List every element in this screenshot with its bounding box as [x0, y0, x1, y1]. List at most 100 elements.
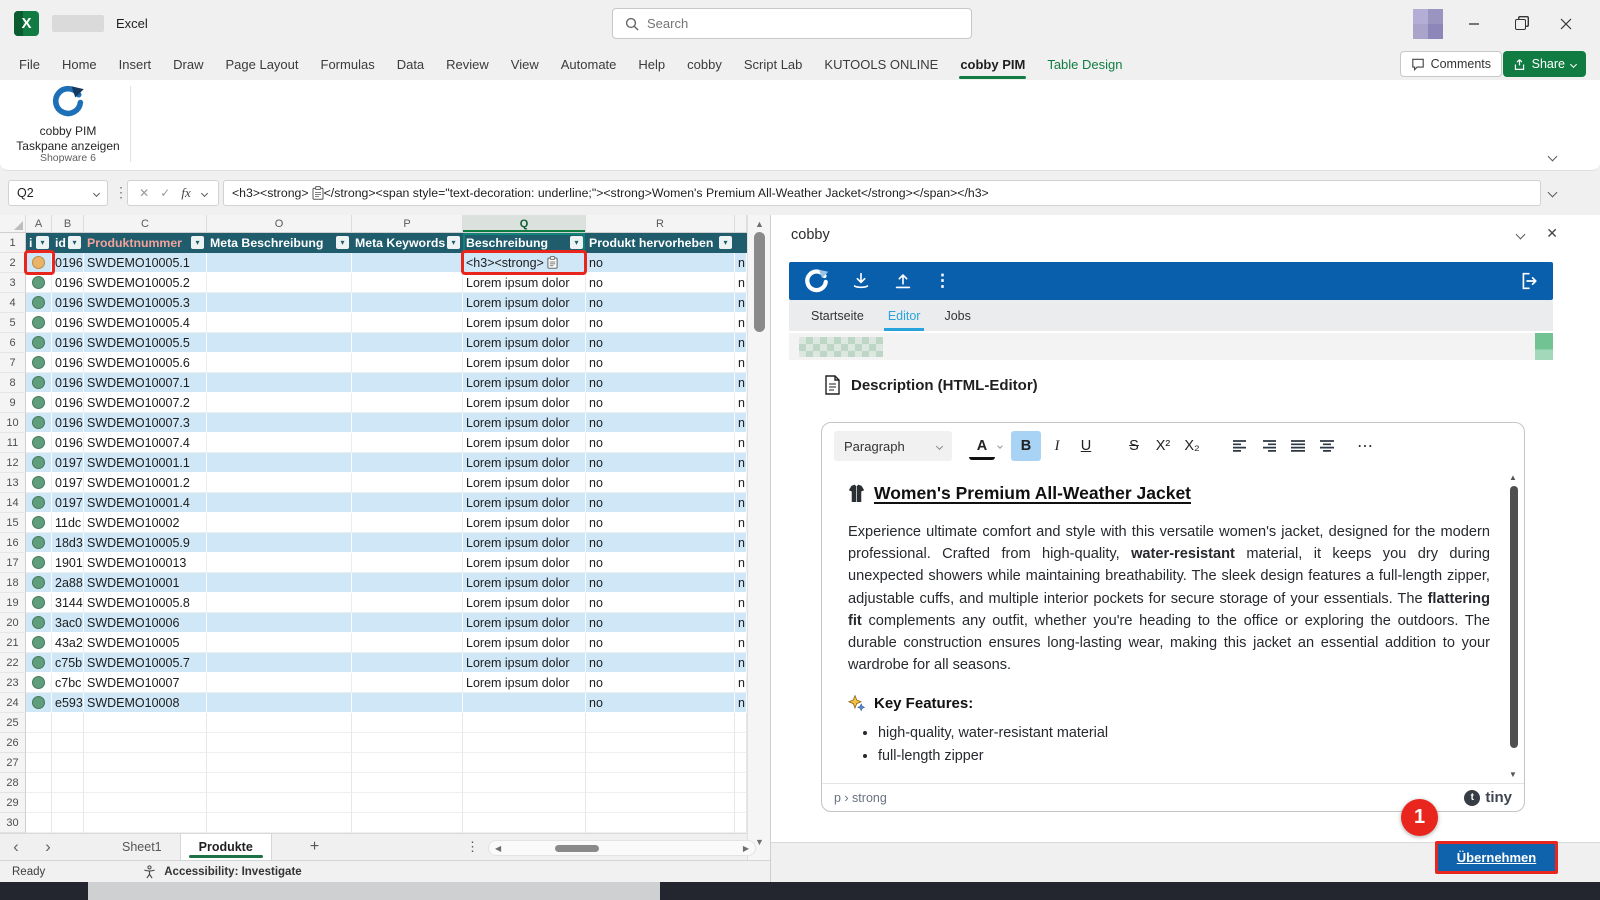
- empty-cell[interactable]: [52, 753, 84, 773]
- cell-meta-keywords[interactable]: [352, 453, 463, 473]
- cell-produkt-hervorheben[interactable]: no: [586, 493, 735, 513]
- cell-meta-beschreibung[interactable]: [207, 533, 352, 553]
- cell-meta-keywords[interactable]: [352, 313, 463, 333]
- cell-beschreibung[interactable]: Lorem ipsum dolor: [463, 513, 586, 533]
- editor-content[interactable]: Women's Premium All-Weather Jacket Exper…: [822, 469, 1524, 783]
- table-row[interactable]: 40196SWDEMO10005.3Lorem ipsum dolornon: [0, 293, 747, 313]
- cell-produktnummer[interactable]: SWDEMO10007.1: [84, 373, 207, 393]
- empty-row[interactable]: 30: [0, 813, 747, 833]
- empty-cell[interactable]: [26, 813, 52, 833]
- empty-cell[interactable]: [586, 753, 735, 773]
- cell-meta-keywords[interactable]: [352, 533, 463, 553]
- cell-meta-keywords[interactable]: [352, 333, 463, 353]
- horizontal-scroll-thumb[interactable]: [555, 845, 599, 852]
- empty-cell[interactable]: [26, 773, 52, 793]
- table-row[interactable]: 110196SWDEMO10007.4Lorem ipsum dolornon: [0, 433, 747, 453]
- empty-cell[interactable]: [52, 713, 84, 733]
- avatar[interactable]: [1413, 9, 1443, 39]
- cell-status[interactable]: [26, 293, 52, 313]
- row-number[interactable]: 6: [0, 333, 26, 353]
- cell-id[interactable]: 43a2: [52, 633, 84, 653]
- cell-status[interactable]: [26, 613, 52, 633]
- cell-produktnummer[interactable]: SWDEMO10001.4: [84, 493, 207, 513]
- ribbon-tab-cobby-pim[interactable]: cobby PIM: [949, 48, 1036, 80]
- cell-produktnummer[interactable]: SWDEMO10007: [84, 673, 207, 693]
- empty-cell[interactable]: [463, 733, 586, 753]
- pane-tab-editor[interactable]: Editor: [878, 303, 931, 331]
- restore-button[interactable]: [1498, 0, 1542, 48]
- cell-meta-keywords[interactable]: [352, 393, 463, 413]
- filter-button[interactable]: ▾: [447, 236, 460, 249]
- row-number[interactable]: 22: [0, 653, 26, 673]
- ribbon-tab-view[interactable]: View: [500, 48, 550, 80]
- cell-id[interactable]: 0196: [52, 293, 84, 313]
- cell-id[interactable]: 0196: [52, 313, 84, 333]
- cell-meta-keywords[interactable]: [352, 573, 463, 593]
- ribbon-tab-cobby[interactable]: cobby: [676, 48, 733, 80]
- table-column-header-cr[interactable]: Produkt hervorheben▾: [586, 233, 735, 253]
- empty-cell[interactable]: [52, 733, 84, 753]
- formula-bar-kebab-icon[interactable]: ⋮: [114, 184, 128, 201]
- cell-produkt-hervorheben[interactable]: no: [586, 553, 735, 573]
- cell-meta-keywords[interactable]: [352, 593, 463, 613]
- row-number[interactable]: 14: [0, 493, 26, 513]
- cell-produkt-hervorheben[interactable]: no: [586, 513, 735, 533]
- cell-meta-keywords[interactable]: [352, 293, 463, 313]
- cell-produkt-hervorheben[interactable]: no: [586, 673, 735, 693]
- cell-produkt-hervorheben[interactable]: no: [586, 393, 735, 413]
- comments-button[interactable]: Comments: [1400, 51, 1502, 77]
- cell-meta-keywords[interactable]: [352, 433, 463, 453]
- row-number[interactable]: 9: [0, 393, 26, 413]
- cell-id[interactable]: 18d3: [52, 533, 84, 553]
- bold-button[interactable]: B: [1011, 431, 1041, 461]
- table-row[interactable]: 100196SWDEMO10007.3Lorem ipsum dolornon: [0, 413, 747, 433]
- expand-formula-bar-icon[interactable]: [1548, 188, 1558, 198]
- upload-icon[interactable]: [892, 270, 914, 292]
- ribbon-tab-home[interactable]: Home: [51, 48, 108, 80]
- cell-meta-keywords[interactable]: [352, 553, 463, 573]
- cell-beschreibung[interactable]: Lorem ipsum dolor: [463, 493, 586, 513]
- row-number[interactable]: 27: [0, 753, 26, 773]
- cell-status[interactable]: [26, 413, 52, 433]
- cell-beschreibung[interactable]: Lorem ipsum dolor: [463, 273, 586, 293]
- column-header-B[interactable]: B: [52, 215, 84, 233]
- minimize-button[interactable]: [1452, 0, 1496, 48]
- table-row[interactable]: 1618d3SWDEMO10005.9Lorem ipsum dolornon: [0, 533, 747, 553]
- cell-produktnummer[interactable]: SWDEMO10005: [84, 633, 207, 653]
- cell-status[interactable]: [26, 693, 52, 713]
- cell-partial[interactable]: n: [735, 393, 747, 413]
- cell-meta-beschreibung[interactable]: [207, 333, 352, 353]
- empty-cell[interactable]: [52, 793, 84, 813]
- sign-out-icon[interactable]: [1517, 270, 1539, 292]
- cell-produktnummer[interactable]: SWDEMO100013: [84, 553, 207, 573]
- cell-meta-keywords[interactable]: [352, 493, 463, 513]
- cell-id[interactable]: 0196: [52, 393, 84, 413]
- cell-partial[interactable]: n: [735, 293, 747, 313]
- cell-status[interactable]: [26, 313, 52, 333]
- cell-produktnummer[interactable]: SWDEMO10007.4: [84, 433, 207, 453]
- table-row[interactable]: 203ac0SWDEMO10006Lorem ipsum dolornon: [0, 613, 747, 633]
- cell-meta-keywords[interactable]: [352, 413, 463, 433]
- cell-produkt-hervorheben[interactable]: no: [586, 433, 735, 453]
- cell-beschreibung[interactable]: Lorem ipsum dolor: [463, 393, 586, 413]
- cell-status[interactable]: [26, 453, 52, 473]
- cancel-icon[interactable]: ✕: [139, 186, 149, 200]
- row-number[interactable]: 29: [0, 793, 26, 813]
- empty-cell[interactable]: [84, 713, 207, 733]
- row-number[interactable]: 17: [0, 553, 26, 573]
- cell-produktnummer[interactable]: SWDEMO10002: [84, 513, 207, 533]
- column-header-partial[interactable]: [735, 215, 747, 233]
- empty-cell[interactable]: [735, 773, 747, 793]
- cell-beschreibung[interactable]: Lorem ipsum dolor: [463, 353, 586, 373]
- cell-meta-keywords[interactable]: [352, 273, 463, 293]
- table-column-header-co[interactable]: Meta Beschreibung▾: [207, 233, 352, 253]
- cell-meta-beschreibung[interactable]: [207, 293, 352, 313]
- cell-meta-beschreibung[interactable]: [207, 673, 352, 693]
- cell-produktnummer[interactable]: SWDEMO10005.8: [84, 593, 207, 613]
- cell-produkt-hervorheben[interactable]: no: [586, 373, 735, 393]
- row-number[interactable]: 26: [0, 733, 26, 753]
- cell-id[interactable]: 0196: [52, 273, 84, 293]
- cell-partial[interactable]: n: [735, 573, 747, 593]
- empty-cell[interactable]: [207, 753, 352, 773]
- table-row[interactable]: 30196SWDEMO10005.2Lorem ipsum dolornon: [0, 273, 747, 293]
